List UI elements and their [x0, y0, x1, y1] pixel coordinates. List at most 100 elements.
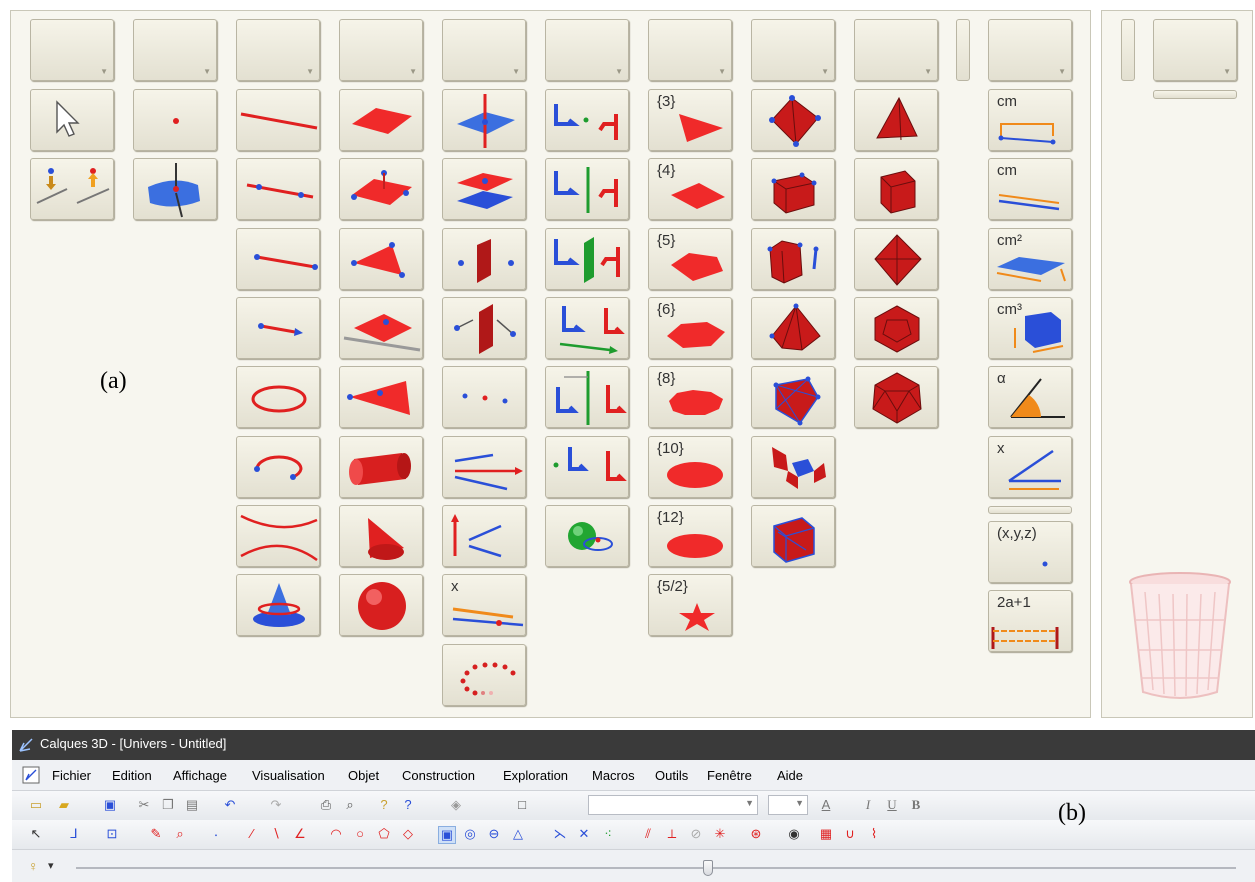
palette-header-2[interactable]: ▼ — [133, 19, 217, 81]
palette-header-10[interactable]: ▼ — [988, 19, 1072, 81]
light-bulb-icon[interactable]: ♀ — [28, 858, 39, 874]
vector-tool-button[interactable] — [236, 297, 320, 359]
side-separator[interactable] — [1121, 19, 1135, 81]
style-square-icon[interactable]: □ — [514, 797, 530, 813]
polygon-8-tool-button[interactable]: {8} — [648, 366, 732, 428]
segment-tool-icon[interactable]: ∖ — [268, 826, 284, 842]
font-name-combo[interactable]: ▼ — [588, 795, 758, 815]
camera-tool-icon[interactable]: ◉ — [786, 826, 802, 842]
cross-tool-icon[interactable]: ✕ — [576, 826, 592, 842]
print-icon[interactable]: ⎙ — [318, 797, 334, 813]
midpoint-tool-button[interactable] — [442, 366, 526, 428]
polygon-tool-icon[interactable]: ⬠ — [376, 826, 392, 842]
menu-visualisation[interactable]: Visualisation — [252, 768, 325, 783]
regular-tetrahedron-tool-button[interactable] — [854, 89, 938, 151]
intersection-point-tool-button[interactable] — [545, 89, 629, 151]
paste-icon[interactable]: ▤ — [184, 797, 200, 813]
underline-icon[interactable]: U — [884, 797, 900, 813]
triangle-plane-tool-button[interactable] — [339, 228, 423, 290]
cylinder-tool-icon[interactable]: ◎ — [462, 826, 478, 842]
sphere-tool-button[interactable] — [339, 574, 423, 636]
circle-tool-button[interactable] — [236, 366, 320, 428]
regular-cube-tool-button[interactable] — [854, 158, 938, 220]
regular-octahedron-tool-button[interactable] — [854, 228, 938, 290]
context-help-icon[interactable]: ? — [400, 797, 416, 813]
vector-coordinates-tool-button[interactable]: x — [988, 436, 1072, 498]
menu-affichage[interactable]: Affichage — [173, 768, 227, 783]
trash-can-icon[interactable] — [1125, 570, 1235, 705]
prism-tool-button[interactable] — [751, 228, 835, 290]
tetrahedron-tool-button[interactable] — [751, 89, 835, 151]
animation-slider-track[interactable] — [76, 867, 1236, 869]
palette-separator[interactable] — [956, 19, 970, 81]
undo-icon[interactable]: ↶ — [222, 797, 238, 813]
volume-measure-tool-button[interactable]: cm³ — [988, 297, 1072, 359]
axes-icon[interactable]: ⅃ — [66, 826, 82, 842]
palette-header-1[interactable]: ▼ — [30, 19, 114, 81]
line-tool-button[interactable] — [236, 89, 320, 151]
segment-tool-button[interactable] — [236, 228, 320, 290]
circle-tool-icon[interactable]: ○ — [352, 826, 368, 842]
point-coordinates-tool-button[interactable]: (x,y,z) — [988, 521, 1072, 583]
plane-tool-icon[interactable]: ◇ — [400, 826, 416, 842]
cut-icon[interactable]: ✂ — [136, 797, 152, 813]
dodecahedron-tool-button[interactable] — [854, 297, 938, 359]
animation-slider-thumb[interactable] — [703, 860, 713, 876]
measure-tool-icon[interactable]: ▦ — [818, 826, 834, 842]
parallel-plane-tool-button[interactable] — [442, 158, 526, 220]
bold-icon[interactable]: B — [908, 797, 924, 813]
select-tool-button[interactable] — [30, 89, 114, 151]
menu-outils[interactable]: Outils — [655, 768, 688, 783]
palette-header-9[interactable]: ▼ — [854, 19, 938, 81]
menu-objet[interactable]: Objet — [348, 768, 379, 783]
redo-icon[interactable]: ↷ — [268, 797, 284, 813]
star-polygon-tool-button[interactable]: {5/2} — [648, 574, 732, 636]
move-point-tool-button[interactable] — [30, 158, 114, 220]
polygon-12-tool-button[interactable]: {12} — [648, 505, 732, 567]
open-folder-icon[interactable]: ▰ — [56, 797, 72, 813]
rotation-tool-button[interactable] — [545, 505, 629, 567]
net-tool-button[interactable] — [751, 436, 835, 498]
zoom-dropdown-icon[interactable]: ▾ — [48, 859, 54, 872]
parallelepiped-tool-button[interactable] — [751, 158, 835, 220]
length-measure-tool-button[interactable]: cm — [988, 158, 1072, 220]
magnifier-icon[interactable]: ⌕ — [172, 826, 188, 842]
area-measure-tool-button[interactable]: cm² — [988, 228, 1072, 290]
cube-tool-icon[interactable]: ▣ — [438, 826, 456, 844]
parallel-vectors-tool-button[interactable] — [442, 436, 526, 498]
line-two-points-tool-button[interactable] — [236, 158, 320, 220]
icosahedron-tool-button[interactable] — [854, 366, 938, 428]
menu-construction[interactable]: Construction — [402, 768, 475, 783]
select-arrow-icon[interactable]: ↖ — [28, 826, 44, 842]
italic-icon[interactable]: I — [860, 797, 876, 813]
bisector-tool-icon[interactable]: ✳ — [712, 826, 728, 842]
cone-tool-icon[interactable]: △ — [510, 826, 526, 842]
palette-header-8[interactable]: ▼ — [751, 19, 835, 81]
parallel-tool-icon[interactable]: ⫽ — [640, 826, 656, 842]
cone-tool-button[interactable] — [339, 505, 423, 567]
perpendicular-vectors-tool-button[interactable] — [442, 505, 526, 567]
central-symmetry-tool-button[interactable] — [545, 436, 629, 498]
animation-tool-icon[interactable]: ⌇ — [866, 826, 882, 842]
point-tool-button[interactable] — [133, 89, 217, 151]
intersection-line-tool-button[interactable] — [545, 158, 629, 220]
help-icon[interactable]: ? — [376, 797, 392, 813]
palette-header-7[interactable]: ▼ — [648, 19, 732, 81]
menu-macros[interactable]: Macros — [592, 768, 635, 783]
dots-tool-icon[interactable]: ⁖ — [600, 826, 616, 842]
symmetry-tool-button[interactable] — [545, 366, 629, 428]
vector-tool-icon[interactable]: ∠ — [292, 826, 308, 842]
menu-fichier[interactable]: Fichier — [52, 768, 91, 783]
intersection-plane-tool-button[interactable] — [545, 228, 629, 290]
palette-header-3[interactable]: ▼ — [236, 19, 320, 81]
mediator-tool-icon[interactable]: ⊘ — [688, 826, 704, 842]
perpendicular-line-plane-tool-button[interactable] — [442, 89, 526, 151]
arc-tool-button[interactable] — [236, 436, 320, 498]
polygon-10-tool-button[interactable]: {10} — [648, 436, 732, 498]
octahedron-points-tool-button[interactable] — [751, 366, 835, 428]
save-icon[interactable]: ▣ — [102, 797, 118, 813]
menu-fenetre[interactable]: Fenêtre — [707, 768, 752, 783]
new-file-icon[interactable]: ▭ — [28, 797, 44, 813]
distance-measure-tool-button[interactable]: cm — [988, 89, 1072, 151]
sphere-tool-icon[interactable]: ⊖ — [486, 826, 502, 842]
